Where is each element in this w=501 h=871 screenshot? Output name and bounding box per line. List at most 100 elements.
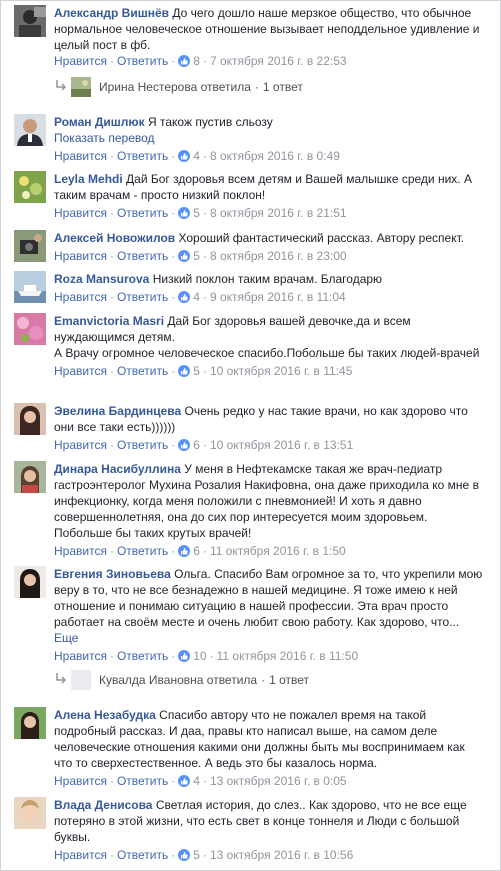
comment-text-line: А Врачу огромное человеческое спасибо.По…	[54, 346, 480, 360]
comment-date[interactable]: 11 октября 2016 г. в 1:50	[210, 544, 346, 558]
like-count[interactable]: 5	[193, 364, 200, 378]
like-count[interactable]: 5	[193, 249, 200, 263]
avatar[interactable]	[14, 707, 46, 739]
avatar[interactable]	[71, 77, 91, 97]
reply-button[interactable]: Ответить	[117, 848, 168, 862]
like-count[interactable]: 10	[193, 649, 206, 663]
comment-actions: Нравится · Ответить · 6 · 11 октября 2016 г. в…	[54, 544, 346, 558]
author-name[interactable]: Leyla Mehdi	[54, 172, 123, 186]
like-count-icon[interactable]	[178, 849, 191, 861]
like-count-icon[interactable]	[178, 207, 191, 219]
comment-date[interactable]: 10 октября 2016 г. в 13:51	[210, 438, 353, 452]
avatar[interactable]	[14, 271, 46, 303]
avatar-man-suit-icon	[14, 114, 46, 146]
like-button[interactable]: Нравится	[54, 249, 107, 263]
like-count[interactable]: 4	[193, 774, 200, 788]
reply-button[interactable]: Ответить	[117, 364, 168, 378]
avatar[interactable]	[14, 461, 46, 493]
like-count-icon[interactable]	[178, 150, 191, 162]
avatar-ship-icon	[14, 271, 46, 303]
comment-date[interactable]: 8 октября 2016 г. в 21:51	[210, 206, 347, 220]
avatar[interactable]	[14, 313, 46, 345]
like-button[interactable]: Нравится	[54, 364, 107, 378]
avatar[interactable]	[14, 5, 46, 37]
reply-button[interactable]: Ответить	[117, 544, 168, 558]
like-count-icon[interactable]	[178, 545, 191, 557]
avatar[interactable]	[14, 403, 46, 435]
avatar-camera-icon	[14, 230, 46, 262]
author-name[interactable]: Влада Денисова	[54, 798, 152, 812]
like-button[interactable]: Нравится	[54, 438, 107, 452]
like-button[interactable]: Нравится	[54, 149, 107, 163]
reply-count: 1 ответ	[262, 80, 303, 94]
author-name[interactable]: Динара Насибуллина	[54, 462, 181, 476]
like-count-icon[interactable]	[178, 775, 191, 787]
reply-button[interactable]: Ответить	[117, 54, 168, 68]
author-name[interactable]: Emanvictoria Masri	[54, 314, 164, 328]
avatar[interactable]	[14, 797, 46, 829]
reply-button[interactable]: Ответить	[117, 774, 168, 788]
reply-button[interactable]: Ответить	[117, 290, 168, 304]
author-name[interactable]: Roza Mansurova	[54, 272, 149, 286]
like-button[interactable]: Нравится	[54, 290, 107, 304]
see-more-link[interactable]: Еще	[54, 631, 78, 645]
comment-date[interactable]: 9 октября 2016 г. в 11:04	[210, 290, 346, 304]
author-name[interactable]: Александр Вишнёв	[54, 6, 169, 20]
like-count[interactable]: 4	[193, 149, 200, 163]
comment-date[interactable]: 7 октября 2016 г. в 22:53	[210, 54, 347, 68]
avatar-woman-green-icon	[14, 707, 46, 739]
comment-actions: Нравится · Ответить · 4 · 8 октября 2016 г. в …	[54, 149, 340, 163]
reply-button[interactable]: Ответить	[117, 149, 168, 163]
author-name[interactable]: Евгения Зиновьева	[54, 567, 171, 581]
like-count[interactable]: 6	[193, 544, 200, 558]
like-count-icon[interactable]	[178, 55, 191, 67]
avatar[interactable]	[14, 171, 46, 203]
replies-link[interactable]: Кувалда Ивановна ответила · 1 ответ	[55, 670, 435, 690]
like-button[interactable]: Нравится	[54, 206, 107, 220]
author-name[interactable]: Алексей Новожилов	[54, 231, 175, 245]
avatar-woman-dark-icon	[14, 403, 46, 435]
author-name[interactable]: Роман Дишлюк	[54, 115, 145, 129]
like-count[interactable]: 4	[193, 290, 200, 304]
reply-button[interactable]: Ответить	[117, 649, 168, 663]
reply-button[interactable]: Ответить	[117, 249, 168, 263]
avatar-landscape-icon	[71, 77, 91, 97]
avatar[interactable]	[14, 230, 46, 262]
comment-date[interactable]: 10 октября 2016 г. в 11:45	[210, 364, 352, 378]
comment-text: Низкий поклон таким врачам. Благодарю	[152, 272, 383, 286]
like-button[interactable]: Нравится	[54, 544, 107, 558]
comment-date[interactable]: 13 октября 2016 г. в 10:56	[210, 848, 353, 862]
comment-date[interactable]: 8 октября 2016 г. в 0:49	[210, 149, 340, 163]
comment-text: Хороший фантастический рассказ. Автору р…	[178, 231, 465, 245]
comment-date[interactable]: 11 октября 2016 г. в 11:50	[217, 649, 359, 663]
like-button[interactable]: Нравится	[54, 774, 107, 788]
like-button[interactable]: Нравится	[54, 54, 107, 68]
author-name[interactable]: Эвелина Бардинцева	[54, 404, 181, 418]
like-count-icon[interactable]	[178, 439, 191, 451]
like-count-icon[interactable]	[178, 291, 191, 303]
comment-date[interactable]: 13 октября 2016 г. в 0:05	[210, 774, 347, 788]
like-count[interactable]: 5	[193, 848, 200, 862]
like-count-icon[interactable]	[178, 650, 191, 662]
like-count[interactable]: 5	[193, 206, 200, 220]
comment-actions: Нравится · Ответить · 5 · 8 октября 2016 г. в …	[54, 249, 347, 263]
replies-link[interactable]: Ирина Нестерова ответила · 1 ответ	[55, 77, 435, 97]
like-count-icon[interactable]	[178, 250, 191, 262]
avatar[interactable]	[71, 670, 91, 690]
reply-button[interactable]: Ответить	[117, 438, 168, 452]
like-count[interactable]: 8	[193, 54, 200, 68]
reply-author: Ирина Нестерова	[99, 80, 198, 94]
avatar[interactable]	[14, 566, 46, 598]
comment-date[interactable]: 8 октября 2016 г. в 23:00	[210, 249, 347, 263]
reply-button[interactable]: Ответить	[117, 206, 168, 220]
like-button[interactable]: Нравится	[54, 848, 107, 862]
like-count-icon[interactable]	[178, 365, 191, 377]
reply-arrow-icon	[56, 673, 67, 684]
like-count[interactable]: 6	[193, 438, 200, 452]
avatar-woman-outdoor-icon	[14, 461, 46, 493]
avatar[interactable]	[14, 114, 46, 146]
reply-count: 1 ответ	[269, 673, 310, 687]
author-name[interactable]: Алена Незабудка	[54, 708, 156, 722]
like-button[interactable]: Нравится	[54, 649, 107, 663]
show-translation-link[interactable]: Показать перевод	[54, 130, 484, 146]
